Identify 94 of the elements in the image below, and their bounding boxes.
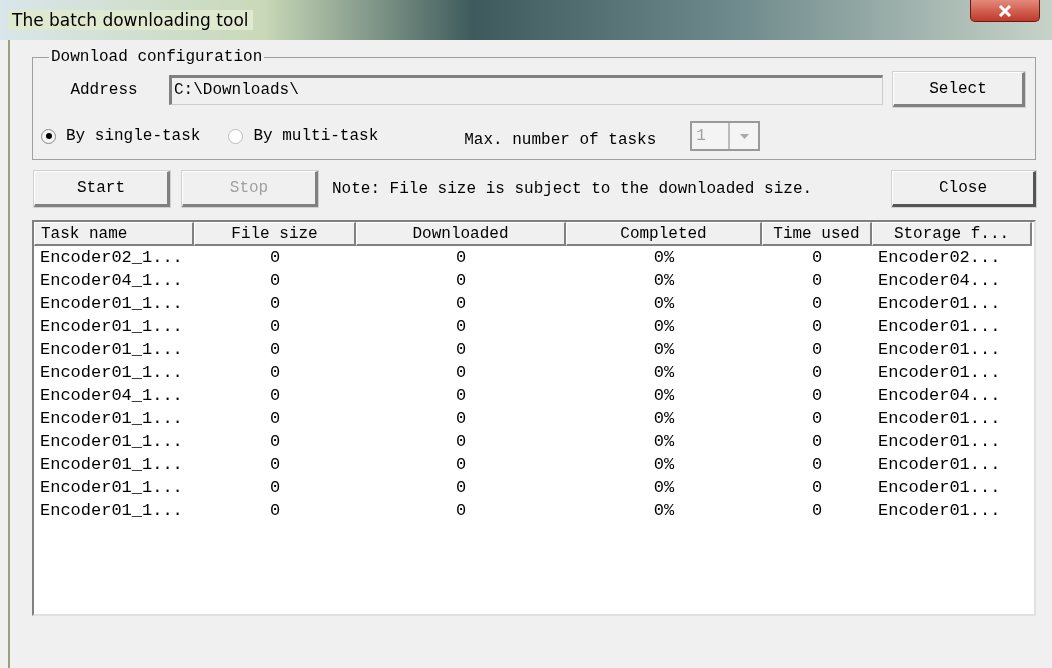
column-header[interactable]: Task name — [34, 222, 194, 246]
table-cell: 0 — [455, 317, 467, 336]
address-field[interactable]: C:\Downloads\ — [169, 74, 883, 105]
column-header[interactable]: Storage f... — [872, 222, 1032, 246]
radio-label[interactable]: By single-task — [66, 127, 201, 145]
table-cell: Encoder01... — [878, 317, 1001, 336]
table-cell: 0% — [653, 501, 675, 520]
table-cell: 0 — [269, 455, 281, 474]
table-cell: 0% — [653, 248, 675, 267]
table-cell: 0% — [653, 317, 675, 336]
table-cell: Encoder04_1... — [40, 271, 183, 290]
select-button[interactable]: Select — [893, 72, 1025, 107]
table-cell: 0 — [455, 340, 467, 359]
table-cell: Encoder04_1... — [40, 386, 183, 405]
table-cell: 0 — [269, 478, 281, 497]
table-cell: 0 — [811, 386, 823, 405]
table-cell: 0 — [269, 363, 281, 382]
note-text: Note: File size is subject to the downloaded size. — [332, 180, 814, 198]
table-cell: Encoder02... — [878, 248, 1001, 267]
table-cell: Encoder01_1... — [40, 409, 183, 428]
table-cell: 0 — [269, 248, 281, 267]
table-cell: Encoder01_1... — [40, 294, 183, 313]
table-cell: Encoder01... — [878, 409, 1001, 428]
table-cell: 0% — [653, 340, 675, 359]
table-cell: 0 — [455, 271, 467, 290]
table-cell: 0 — [455, 455, 467, 474]
table-cell: Encoder01_1... — [40, 501, 183, 520]
table-cell: 0 — [811, 248, 823, 267]
close-dialog-button[interactable]: Close — [892, 171, 1036, 207]
table-cell: Encoder01_1... — [40, 340, 183, 359]
table-cell: 0 — [455, 248, 467, 267]
table-cell: 0 — [811, 432, 823, 451]
column-header[interactable]: File size — [194, 222, 356, 246]
start-button[interactable]: Start — [34, 171, 170, 207]
radio-label[interactable]: By multi-task — [253, 127, 379, 145]
table-cell: 0 — [811, 455, 823, 474]
table-cell: 0 — [269, 317, 281, 336]
table-cell: 0% — [653, 455, 675, 474]
table-cell: 0 — [455, 294, 467, 313]
table-cell: 0 — [269, 409, 281, 428]
table-cell: 0 — [811, 409, 823, 428]
table-cell: 0% — [653, 409, 675, 428]
radio-button[interactable] — [228, 128, 244, 144]
table-cell: 0 — [455, 386, 467, 405]
window-title: The batch downloading tool — [8, 10, 253, 30]
table-cell: 0 — [811, 271, 823, 290]
close-button[interactable] — [970, 0, 1040, 22]
column-header[interactable]: Completed — [566, 222, 762, 246]
table-cell: 0 — [811, 340, 823, 359]
table-cell: 0% — [653, 478, 675, 497]
close-icon — [998, 4, 1012, 17]
dropdown-arrow-icon — [739, 133, 749, 139]
table-cell: 0 — [811, 478, 823, 497]
table-cell: 0 — [269, 432, 281, 451]
table-cell: Encoder01_1... — [40, 363, 183, 382]
table-cell: 0 — [269, 340, 281, 359]
address-label: Address — [69, 80, 139, 99]
table-cell: 0 — [811, 317, 823, 336]
table-cell: Encoder02_1... — [40, 248, 183, 267]
table-cell: 0 — [269, 501, 281, 520]
column-header[interactable]: Downloaded — [356, 222, 566, 246]
table-cell: 0% — [653, 386, 675, 405]
table-cell: Encoder01... — [878, 363, 1001, 382]
table-cell: Encoder01... — [878, 340, 1001, 359]
table-cell: 0 — [811, 363, 823, 382]
radio-button[interactable] — [41, 128, 56, 144]
table-cell: Encoder04... — [878, 271, 1001, 290]
table-cell: Encoder01_1... — [40, 317, 183, 336]
table-cell: Encoder01_1... — [40, 478, 183, 497]
table-cell: 0% — [653, 271, 675, 290]
group-legend: Download configuration — [49, 48, 265, 66]
table-cell: 0% — [653, 432, 675, 451]
table-cell: 0 — [269, 271, 281, 290]
table-cell: Encoder04... — [878, 386, 1001, 405]
table-cell: 0 — [811, 294, 823, 313]
table-cell: 0 — [269, 294, 281, 313]
max-tasks-label: Max. number of tasks — [464, 131, 657, 149]
table-cell: Encoder01_1... — [40, 455, 183, 474]
table-cell: 0% — [653, 363, 675, 382]
table-cell: Encoder01... — [878, 478, 1001, 497]
table-cell: 0 — [455, 478, 467, 497]
table-cell: 0 — [455, 501, 467, 520]
table-cell: 0 — [455, 409, 467, 428]
table-cell: Encoder01... — [878, 455, 1001, 474]
table-cell: 0 — [269, 386, 281, 405]
column-header[interactable]: Time used — [762, 222, 872, 246]
table-cell: 0 — [455, 432, 467, 451]
table-cell: Encoder01... — [878, 294, 1001, 313]
table-cell: 0 — [811, 501, 823, 520]
table-cell: Encoder01... — [878, 432, 1001, 451]
table-cell: 0 — [455, 363, 467, 382]
table-cell: 0% — [653, 294, 675, 313]
table-cell: Encoder01_1... — [40, 432, 183, 451]
table-cell: Encoder01... — [878, 501, 1001, 520]
